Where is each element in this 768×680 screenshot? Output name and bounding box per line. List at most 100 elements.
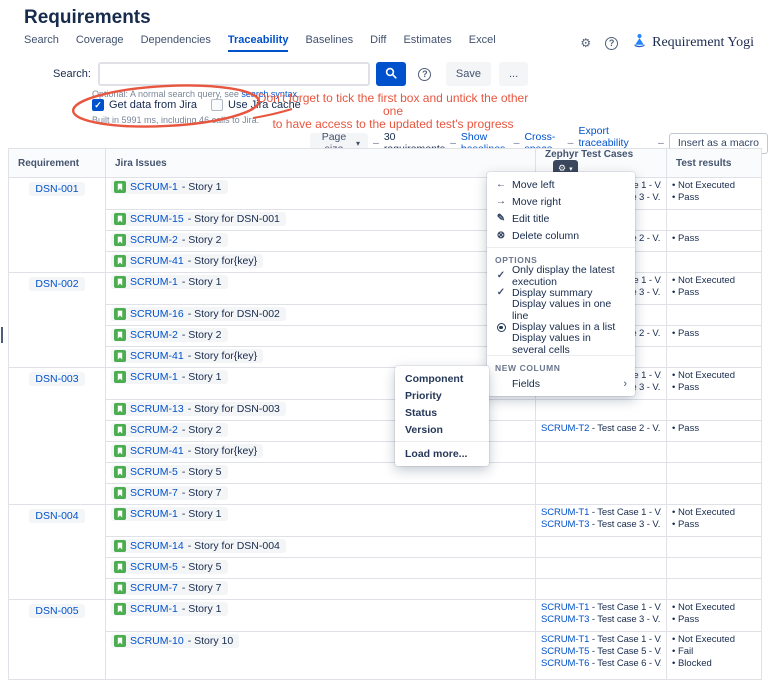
requirement-link[interactable]: DSN-004 <box>29 509 85 523</box>
test-case-link[interactable]: SCRUM-T3 <box>541 519 589 530</box>
table-row: SCRUM-5 - Story 5 <box>9 462 762 484</box>
jira-issue-link[interactable]: SCRUM-2 - Story 2 <box>111 423 228 437</box>
checkbox-unchecked-icon <box>211 99 224 111</box>
requirement-link[interactable]: DSN-001 <box>29 182 85 196</box>
search-syntax-link[interactable]: search syntax <box>241 89 297 99</box>
tab-estimates[interactable]: Estimates <box>403 34 451 52</box>
test-case-link[interactable]: SCRUM-T1 <box>541 602 589 613</box>
issue-key: SCRUM-1 <box>130 276 178 288</box>
menu-item-edit-title[interactable]: ✎ Edit title <box>487 210 635 227</box>
story-icon <box>114 308 126 320</box>
test-case-line: SCRUM-T1 - Test Case 1 - V.1 <box>541 507 661 519</box>
page-title: Requirements <box>24 7 151 28</box>
tab-bar: Search Coverage Dependencies Traceability Ba… <box>24 34 496 52</box>
jira-issue-link[interactable]: SCRUM-41 - Story for{key} <box>111 444 264 458</box>
test-cases-cell <box>535 536 667 558</box>
jira-issue-link[interactable]: SCRUM-5 - Story 5 <box>111 560 228 574</box>
jira-issue-cell: SCRUM-1 - Story 1 <box>105 504 536 537</box>
submenu-item-priority[interactable]: Priority <box>395 387 489 404</box>
table-row: SCRUM-41 - Story for{key} <box>9 441 762 463</box>
search-help-button[interactable]: ? <box>412 62 438 86</box>
logo-text: Requirement Yogi <box>652 35 754 50</box>
jira-issue-link[interactable]: SCRUM-1 - Story 1 <box>111 602 228 616</box>
jira-issue-link[interactable]: SCRUM-13 - Story for DSN-003 <box>111 402 286 416</box>
column-settings-menu: ← Move left → Move right ✎ Edit title ⊗ Delete … <box>487 172 635 396</box>
help-icon[interactable]: ? <box>605 36 619 50</box>
jira-issue-link[interactable]: SCRUM-1 - Story 1 <box>111 275 228 289</box>
table-row: SCRUM-41 - Story for{key} <box>9 346 762 368</box>
menu-item-display-values-in-one-line[interactable]: Display values in one line <box>487 298 635 322</box>
test-results-cell <box>666 578 762 600</box>
test-case-link[interactable]: SCRUM-T1 <box>541 507 589 518</box>
test-results-cell: • Not Executed • Fail • Blocked <box>666 631 762 680</box>
tab-excel[interactable]: Excel <box>469 34 496 52</box>
get-data-from-jira-checkbox[interactable]: ✓ Get data from Jira <box>92 99 197 111</box>
gear-icon[interactable]: ⚙ <box>580 37 591 49</box>
menu-item-delete-column[interactable]: ⊗ Delete column <box>487 227 635 244</box>
test-results-cell: • Pass <box>666 230 762 252</box>
issue-key: SCRUM-7 <box>130 487 178 499</box>
tab-traceability[interactable]: Traceability <box>227 34 289 52</box>
tab-search[interactable]: Search <box>24 34 59 52</box>
jira-issue-link[interactable]: SCRUM-2 - Story 2 <box>111 328 228 342</box>
issue-key: SCRUM-41 <box>130 350 184 362</box>
test-case-link[interactable]: SCRUM-T3 <box>541 614 589 625</box>
submenu-item-load-more[interactable]: Load more... <box>395 445 489 462</box>
jira-issue-link[interactable]: SCRUM-2 - Story 2 <box>111 233 228 247</box>
tab-dependencies[interactable]: Dependencies <box>141 34 211 52</box>
test-cases-cell: SCRUM-T1 - Test Case 1 - V.1SCRUM-T3 - T… <box>535 599 667 632</box>
submenu-item-status[interactable]: Status <box>395 404 489 421</box>
table-row: SCRUM-14 - Story for DSN-004 <box>9 536 762 558</box>
jira-issue-link[interactable]: SCRUM-10 - Story 10 <box>111 634 240 648</box>
issue-summary: - Story 1 <box>181 371 222 383</box>
menu-item-move-left[interactable]: ← Move left <box>487 176 635 193</box>
jira-issue-link[interactable]: SCRUM-16 - Story for DSN-002 <box>111 307 286 321</box>
jira-issue-link[interactable]: SCRUM-15 - Story for DSN-001 <box>111 212 286 226</box>
yogi-icon <box>632 33 647 53</box>
menu-item-display-values-in-several-cells[interactable]: Display values in several cells <box>487 332 635 356</box>
story-icon <box>114 561 126 573</box>
save-button[interactable]: Save <box>445 62 491 86</box>
jira-issue-link[interactable]: SCRUM-7 - Story 7 <box>111 581 228 595</box>
jira-issue-link[interactable]: SCRUM-7 - Story 7 <box>111 486 228 500</box>
jira-issue-cell: SCRUM-10 - Story 10 <box>105 631 536 680</box>
test-case-link[interactable]: SCRUM-T5 <box>541 646 589 657</box>
jira-issue-link[interactable]: SCRUM-5 - Story 5 <box>111 465 228 479</box>
issue-summary: - Story for{key} <box>187 350 258 362</box>
test-case-line: SCRUM-T3 - Test case 3 - V.1 <box>541 519 661 531</box>
test-case-link[interactable]: SCRUM-T2 <box>541 423 589 434</box>
tab-baselines[interactable]: Baselines <box>305 34 353 52</box>
submenu-item-version[interactable]: Version <box>395 421 489 438</box>
test-cases-cell <box>535 399 667 421</box>
requirement-link[interactable]: DSN-003 <box>29 372 85 386</box>
issue-key: SCRUM-5 <box>130 561 178 573</box>
tab-diff[interactable]: Diff <box>370 34 386 52</box>
issue-summary: - Story 1 <box>181 181 222 193</box>
test-case-line: SCRUM-T1 - Test Case 1 - V.1 <box>541 634 661 646</box>
test-case-link[interactable]: SCRUM-T1 <box>541 634 589 645</box>
jira-issue-link[interactable]: SCRUM-14 - Story for DSN-004 <box>111 539 286 553</box>
requirement-link[interactable]: DSN-005 <box>29 604 85 618</box>
test-case-link[interactable]: SCRUM-T6 <box>541 658 589 669</box>
jira-issue-link[interactable]: SCRUM-1 - Story 1 <box>111 370 228 384</box>
jira-issue-link[interactable]: SCRUM-1 - Story 1 <box>111 180 228 194</box>
tab-coverage[interactable]: Coverage <box>76 34 124 52</box>
more-options-button[interactable]: ... <box>499 62 529 86</box>
story-icon <box>114 350 126 362</box>
search-input[interactable] <box>97 62 370 86</box>
menu-item-move-right[interactable]: → Move right <box>487 193 635 210</box>
menu-item-only-display-the-latest-execution[interactable]: ✓ Only display the latest execution <box>487 264 635 288</box>
use-jira-cache-checkbox[interactable]: Use Jira cache <box>211 99 301 111</box>
search-button[interactable] <box>375 62 406 86</box>
jira-options: ✓ Get data from Jira Use Jira cache <box>92 99 301 111</box>
jira-issue-link[interactable]: SCRUM-1 - Story 1 <box>111 507 228 521</box>
jira-issue-link[interactable]: SCRUM-41 - Story for{key} <box>111 254 264 268</box>
table-row: DSN-005 SCRUM-1 - Story 1 SCRUM-T1 - Test … <box>8 599 762 680</box>
menu-item-fields[interactable]: Fields › <box>487 375 635 392</box>
jira-issue-link[interactable]: SCRUM-41 - Story for{key} <box>111 349 264 363</box>
jira-issue-cell: SCRUM-5 - Story 5 <box>105 557 536 579</box>
submenu-item-component[interactable]: Component <box>395 370 489 387</box>
requirement-yogi-logo: Requirement Yogi <box>632 33 754 53</box>
search-label: Search: <box>53 68 91 80</box>
requirement-link[interactable]: DSN-002 <box>29 277 85 291</box>
